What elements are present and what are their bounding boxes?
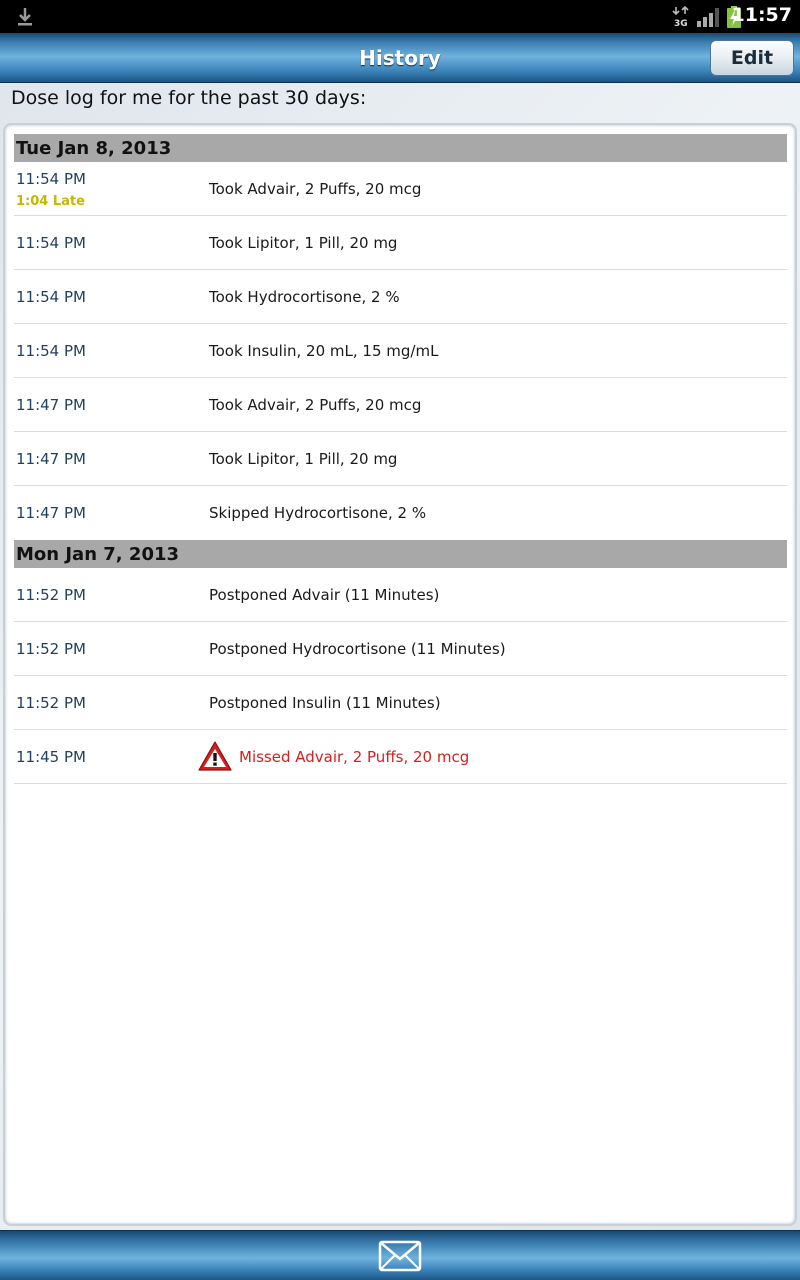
entry-time: 11:52 PM [16,694,86,712]
entry-time: 11:54 PM [16,288,86,306]
list-item[interactable]: 11:47 PM Skipped Hydrocortisone, 2 % [14,486,787,540]
network-3g-icon: 3G [672,6,689,28]
entry-time: 11:47 PM [16,450,86,468]
list-item[interactable]: 11:52 PM Postponed Advair (11 Minutes) [14,568,787,622]
entry-description: Took Insulin, 20 mL, 15 mg/mL [209,342,439,360]
section-header: Mon Jan 7, 2013 [14,540,787,568]
signal-icon [697,8,719,27]
list-item[interactable]: 11:47 PM Took Advair, 2 Puffs, 20 mcg [14,378,787,432]
title-bar: History Edit [0,33,800,83]
entry-time: 11:54 PM [16,342,86,360]
entry-description: Postponed Insulin (11 Minutes) [209,694,441,712]
warning-icon [198,741,232,771]
history-list: Tue Jan 8, 2013 11:54 PM 1:04 Late Took … [14,134,787,784]
content-area: Dose log for me for the past 30 days: Tu… [0,83,800,1230]
bottom-bar [0,1230,800,1280]
entry-time: 11:47 PM [16,504,86,522]
list-item[interactable]: 11:54 PM 1:04 Late Took Advair, 2 Puffs,… [14,162,787,216]
entry-description: Postponed Hydrocortisone (11 Minutes) [209,640,506,658]
entry-time: 11:52 PM [16,586,86,604]
list-item[interactable]: 11:52 PM Postponed Hydrocortisone (11 Mi… [14,622,787,676]
entry-time: 11:52 PM [16,640,86,658]
download-icon [18,8,32,26]
late-badge: 1:04 Late [16,194,85,209]
list-item[interactable]: 11:54 PM Took Insulin, 20 mL, 15 mg/mL [14,324,787,378]
list-item[interactable]: 11:54 PM Took Hydrocortisone, 2 % [14,270,787,324]
edit-button[interactable]: Edit [710,40,794,76]
list-item[interactable]: 11:54 PM Took Lipitor, 1 Pill, 20 mg [14,216,787,270]
entry-description: Skipped Hydrocortisone, 2 % [209,504,427,522]
entry-time: 11:45 PM [16,748,86,766]
entry-description: Took Lipitor, 1 Pill, 20 mg [209,234,398,252]
list-item[interactable]: 11:52 PM Postponed Insulin (11 Minutes) [14,676,787,730]
entry-description-missed: Missed Advair, 2 Puffs, 20 mcg [239,748,470,766]
entry-description: Postponed Advair (11 Minutes) [209,586,440,604]
status-bar: 3G 11:57 [0,0,800,33]
mail-icon[interactable] [378,1239,422,1273]
entry-description: Took Advair, 2 Puffs, 20 mcg [209,180,422,198]
section-header: Tue Jan 8, 2013 [14,134,787,162]
list-item[interactable]: 11:45 PM Missed Advair, 2 Puffs, 20 mcg [14,730,787,784]
entry-time: 11:47 PM [16,396,86,414]
entry-description: Took Advair, 2 Puffs, 20 mcg [209,396,422,414]
page-title: History [359,46,441,70]
dose-log-subtitle: Dose log for me for the past 30 days: [11,87,367,109]
list-item[interactable]: 11:47 PM Took Lipitor, 1 Pill, 20 mg [14,432,787,486]
history-list-panel[interactable]: Tue Jan 8, 2013 11:54 PM 1:04 Late Took … [3,123,797,1226]
clock: 11:57 [731,4,792,26]
entry-time: 11:54 PM [16,234,86,252]
entry-description: Took Lipitor, 1 Pill, 20 mg [209,450,398,468]
entry-description: Took Hydrocortisone, 2 % [209,288,400,306]
svg-text:3G: 3G [674,19,688,28]
